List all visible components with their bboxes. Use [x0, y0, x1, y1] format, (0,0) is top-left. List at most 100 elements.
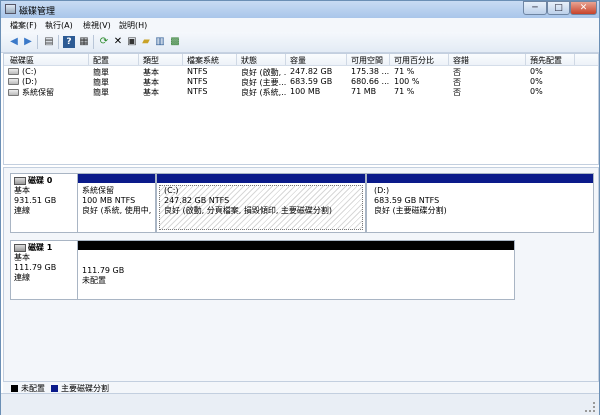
help-topics-icon[interactable]: ▦: [78, 36, 90, 48]
open-folder-icon[interactable]: ▰: [140, 36, 152, 48]
volume-name: (D:): [22, 77, 38, 86]
menu-help[interactable]: 說明(H): [119, 20, 147, 31]
column-header-status[interactable]: 狀態: [241, 55, 257, 65]
volume-list: 磁碟區 配置 類型 檔案系統 狀態 容量 可用空間 可用百分比 容錯 預先配置 …: [3, 53, 599, 165]
overhead-cell: 0%: [530, 77, 543, 86]
disk-status: 連線: [14, 206, 30, 215]
volume-list-header: 磁碟區 配置 類型 檔案系統 狀態 容量 可用空間 可用百分比 容錯 預先配置: [4, 54, 598, 66]
disk-icon: [14, 243, 26, 252]
capacity-cell: 683.59 GB: [290, 77, 333, 86]
delete-icon[interactable]: ✕: [112, 36, 124, 48]
file-system-cell: NTFS: [187, 67, 208, 76]
properties-icon[interactable]: ▣: [126, 36, 138, 48]
column-header-file-system[interactable]: 檔案系統: [187, 55, 219, 65]
column-header-overhead[interactable]: 預先配置: [530, 55, 562, 65]
status-cell: 良好 (系統,...: [241, 88, 287, 97]
column-divider: [88, 54, 89, 65]
free-space-cell: 680.66 ...: [351, 77, 390, 86]
table-row[interactable]: (D:) 簡單 基本 NTFS 良好 (主要... 683.59 GB 680.…: [4, 77, 598, 87]
menu-file[interactable]: 檔案(F): [10, 20, 37, 31]
partition-size: 247.82 GB NTFS: [164, 196, 230, 205]
column-divider: [236, 54, 237, 65]
disk-name: 磁碟 1: [28, 243, 53, 252]
volume-name: (C:): [22, 67, 37, 76]
disk-1-label[interactable]: 磁碟 1 基本 111.79 GB 連線: [10, 240, 78, 300]
partition-name: 系統保留: [82, 186, 114, 195]
menu-bar: 檔案(F) 執行(A) 檢視(V) 說明(H): [1, 18, 599, 32]
partition-system-reserved[interactable]: 系統保留 100 MB NTFS 良好 (系統, 使用中, 主: [77, 173, 156, 233]
disk-icon: [14, 176, 26, 185]
disk-settings-icon[interactable]: ▩: [169, 36, 181, 48]
partition-status: 良好 (主要磁碟分割): [374, 206, 447, 215]
column-header-capacity[interactable]: 容量: [290, 55, 306, 65]
percent-free-cell: 100 %: [394, 77, 420, 86]
type-cell: 基本: [143, 88, 159, 97]
legend: 未配置 主要磁碟分割: [3, 382, 599, 393]
title-bar[interactable]: 磁碟管理 ─ □ ✕: [1, 1, 599, 18]
disk-name: 磁碟 0: [28, 176, 53, 185]
partition-c[interactable]: (C:) 247.82 GB NTFS 良好 (啟動, 分頁檔案, 損毀傾印, …: [156, 173, 366, 233]
capacity-cell: 100 MB: [290, 87, 321, 96]
toolbar-separator: [58, 35, 59, 49]
legend-primary-swatch: [51, 385, 58, 392]
column-divider: [525, 54, 526, 65]
column-divider: [448, 54, 449, 65]
export-list-icon[interactable]: ▥: [154, 36, 166, 48]
volume-name: 系統保留: [22, 88, 54, 97]
window-title: 磁碟管理: [19, 7, 56, 17]
partition-status: 未配置: [82, 276, 106, 285]
partition-text: (D:) 683.59 GB NTFS 良好 (主要磁碟分割): [374, 186, 447, 216]
legend-unallocated-swatch: [11, 385, 18, 392]
layout-cell: 簡單: [93, 88, 109, 97]
partition-status: 良好 (啟動, 分頁檔案, 損毀傾印, 主要磁碟分割): [164, 206, 333, 215]
status-bar: [1, 393, 599, 415]
table-row[interactable]: (C:) 簡單 基本 NTFS 良好 (啟動, ... 247.82 GB 17…: [4, 67, 598, 77]
partition-text: (C:) 247.82 GB NTFS 良好 (啟動, 分頁檔案, 損毀傾印, …: [164, 186, 332, 216]
free-space-cell: 71 MB: [351, 87, 377, 96]
resize-grip-icon[interactable]: [585, 402, 595, 412]
primary-partition-bar: [157, 174, 365, 183]
partition-name: (C:): [164, 186, 179, 195]
column-header-fault-tolerance[interactable]: 容錯: [453, 55, 469, 65]
volume-cell: (C:): [8, 67, 37, 76]
overhead-cell: 0%: [530, 67, 543, 76]
toolbar: ◀ ▶ ▤ ? ▦ ⟳ ✕ ▣ ▰ ▥ ▩: [1, 32, 599, 53]
percent-free-cell: 71 %: [394, 87, 415, 96]
partition-text: 111.79 GB 未配置: [82, 266, 124, 286]
partition-d[interactable]: (D:) 683.59 GB NTFS 良好 (主要磁碟分割): [366, 173, 594, 233]
partition-status: 良好 (系統, 使用中, 主: [82, 206, 154, 215]
column-header-volume[interactable]: 磁碟區: [10, 55, 34, 65]
toolbar-separator: [37, 35, 38, 49]
drive-icon: [8, 68, 19, 75]
volume-cell: 系統保留: [8, 87, 54, 98]
disk-management-app-icon: [5, 4, 16, 14]
table-row[interactable]: 系統保留 簡單 基本 NTFS 良好 (系統,... 100 MB 71 MB …: [4, 87, 598, 97]
partition-unallocated[interactable]: 111.79 GB 未配置: [77, 240, 515, 300]
refresh-icon[interactable]: ⟳: [98, 36, 110, 48]
close-button[interactable]: ✕: [570, 1, 597, 15]
column-divider: [182, 54, 183, 65]
column-header-percent-free[interactable]: 可用百分比: [394, 55, 434, 65]
disk-0-label[interactable]: 磁碟 0 基本 931.51 GB 連線: [10, 173, 78, 233]
back-arrow-icon[interactable]: ◀: [8, 36, 20, 48]
column-header-type[interactable]: 類型: [143, 55, 159, 65]
column-header-layout[interactable]: 配置: [93, 55, 109, 65]
forward-arrow-icon[interactable]: ▶: [22, 36, 34, 48]
disk-type: 基本: [14, 186, 30, 195]
help-icon[interactable]: ?: [63, 36, 75, 48]
column-header-free-space[interactable]: 可用空間: [351, 55, 383, 65]
primary-partition-bar: [367, 174, 593, 183]
console-tree-icon[interactable]: ▤: [43, 36, 55, 48]
minimize-button[interactable]: ─: [523, 1, 547, 15]
column-divider: [389, 54, 390, 65]
file-system-cell: NTFS: [187, 87, 208, 96]
menu-action[interactable]: 執行(A): [45, 20, 73, 31]
drive-icon: [8, 78, 19, 85]
primary-partition-bar: [78, 174, 155, 183]
partition-size: 683.59 GB NTFS: [374, 196, 440, 205]
toolbar-separator: [93, 35, 94, 49]
partition-name: (D:): [374, 186, 390, 195]
menu-view[interactable]: 檢視(V): [83, 20, 111, 31]
maximize-button[interactable]: □: [547, 1, 570, 15]
disk-type: 基本: [14, 253, 30, 262]
